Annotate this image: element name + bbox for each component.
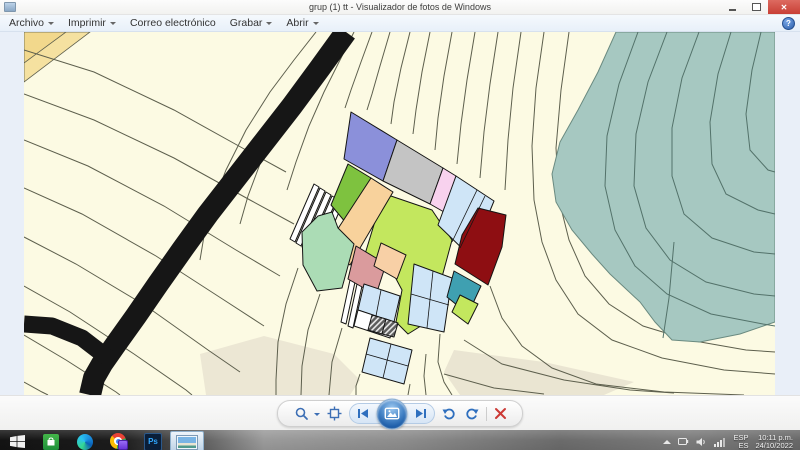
menu-imprimir[interactable]: Imprimir xyxy=(68,17,116,29)
previous-button[interactable] xyxy=(357,408,369,419)
taskbar-app-photoshop[interactable]: Ps xyxy=(136,430,170,450)
tray-date: 24/10/2022 xyxy=(755,440,793,450)
chevron-down-icon xyxy=(266,22,273,25)
menu-bar: Archivo Imprimir Correo electrónico Grab… xyxy=(0,15,800,32)
toolbar-control-bar xyxy=(277,398,523,429)
rotate-left-button[interactable] xyxy=(442,404,457,424)
slideshow-button[interactable] xyxy=(376,398,407,429)
photo-viewer-app-icon xyxy=(4,2,16,12)
rotate-right-button[interactable] xyxy=(464,404,479,424)
start-button[interactable] xyxy=(0,430,34,450)
taskbar-app-photo-viewer[interactable] xyxy=(170,430,204,450)
chevron-down-icon xyxy=(312,22,319,25)
window-controls: ✕ xyxy=(720,0,800,14)
zoom-dropdown-caret[interactable] xyxy=(313,412,320,416)
title-bar: grup (1) tt - Visualizador de fotos de W… xyxy=(0,0,800,15)
menu-archivo[interactable]: Archivo xyxy=(9,17,55,29)
taskbar-app-store[interactable] xyxy=(34,430,68,450)
close-button[interactable]: ✕ xyxy=(768,0,800,14)
map-image xyxy=(23,25,776,398)
hidden-icons-button[interactable] xyxy=(663,439,672,444)
restore-button[interactable] xyxy=(744,0,768,14)
toolbar-divider xyxy=(485,406,487,421)
slideshow-icon xyxy=(384,407,399,420)
volume-icon[interactable] xyxy=(696,437,707,447)
navigation-group xyxy=(348,398,435,429)
windows-logo-icon xyxy=(9,435,25,448)
cadastral-map xyxy=(23,25,776,398)
menu-archivo-label: Archivo xyxy=(9,17,45,29)
store-icon xyxy=(43,433,59,450)
language-code-short: ES xyxy=(738,440,749,450)
network-signal-icon[interactable] xyxy=(714,437,726,447)
fit-to-window-button[interactable] xyxy=(327,404,342,424)
system-tray: ESP ES 10:11 p.m. 24/10/2022 xyxy=(663,433,800,450)
chrome-icon xyxy=(110,433,128,450)
viewer-toolbar xyxy=(0,395,800,430)
taskbar: Ps ESP ES 10:11 p.m. 24/10/2022 xyxy=(0,430,800,450)
photo-viewer-active-tile xyxy=(170,430,204,450)
help-button[interactable]: ? xyxy=(782,17,795,30)
rotate-clockwise-icon xyxy=(465,408,478,420)
taskbar-app-chrome[interactable] xyxy=(102,430,136,450)
language-switcher[interactable]: ESP ES xyxy=(733,433,749,450)
minimize-icon xyxy=(728,8,736,11)
window-title: grup (1) tt - Visualizador de fotos de W… xyxy=(309,2,491,12)
viewer-content xyxy=(0,25,800,398)
photo-thumbnail-icon xyxy=(176,434,198,450)
delete-x-icon xyxy=(494,408,506,419)
next-button[interactable] xyxy=(415,408,427,419)
menu-abrir[interactable]: Abrir xyxy=(286,17,319,29)
chevron-down-icon xyxy=(109,22,116,25)
menu-grabar-label: Grabar xyxy=(229,17,263,29)
clock[interactable]: 10:11 p.m. 24/10/2022 xyxy=(755,433,793,450)
desktop: grup (1) tt - Visualizador de fotos de W… xyxy=(0,0,800,450)
photoshop-icon: Ps xyxy=(144,432,162,450)
menu-correo-electronico[interactable]: Correo electrónico xyxy=(130,17,216,29)
menu-imprimir-label: Imprimir xyxy=(68,17,106,29)
minimize-button[interactable] xyxy=(720,0,744,14)
power-plug-icon[interactable] xyxy=(678,437,689,447)
restore-icon xyxy=(751,3,761,11)
fit-to-window-icon xyxy=(327,406,341,421)
chevron-down-icon xyxy=(48,22,55,25)
rotate-counterclockwise-icon xyxy=(442,408,455,420)
notification-badge xyxy=(118,440,128,450)
menu-grabar[interactable]: Grabar xyxy=(230,17,273,29)
taskbar-app-edge[interactable] xyxy=(68,430,102,450)
edge-icon xyxy=(77,433,93,450)
delete-button[interactable] xyxy=(494,404,507,424)
zoom-button[interactable] xyxy=(294,404,320,424)
magnifier-icon xyxy=(295,407,308,420)
menu-abrir-label: Abrir xyxy=(286,17,309,29)
menu-correo-label: Correo electrónico xyxy=(129,17,216,29)
